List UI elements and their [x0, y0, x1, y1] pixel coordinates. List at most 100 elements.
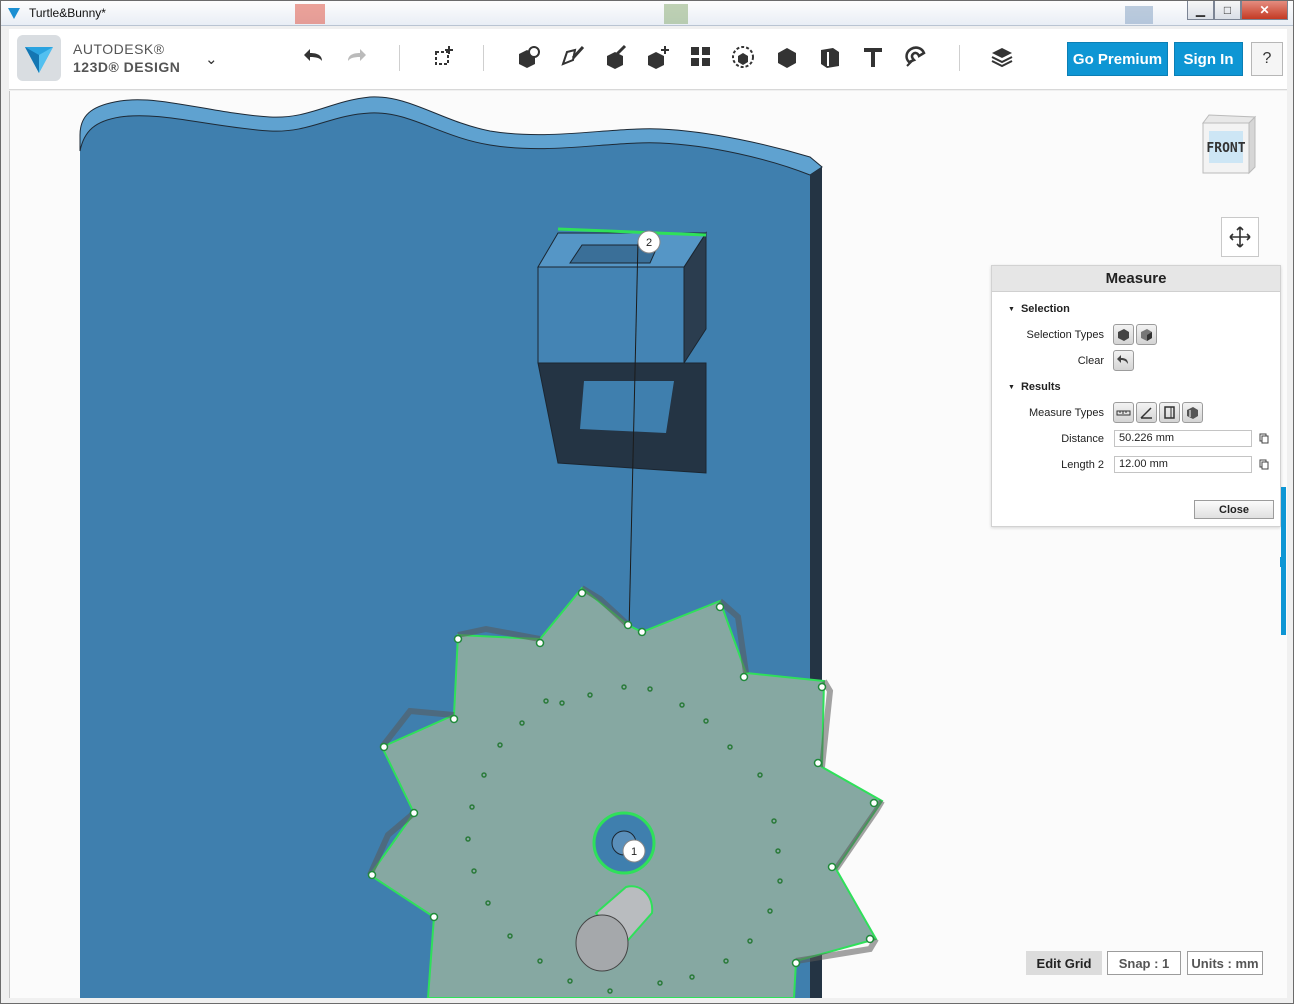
modify-tool-button[interactable]: [643, 41, 673, 73]
measure-angle-button[interactable]: [1136, 402, 1157, 423]
redo-button[interactable]: [341, 41, 371, 73]
distance-field[interactable]: 50.226 mm: [1114, 430, 1252, 447]
results-section-label: Results: [1020, 381, 1061, 393]
titlebar-decoration: [1125, 6, 1153, 24]
app-window: Turtle&Bunny* ▁ □ ✕ AUTODESK® 123D® DESI…: [0, 0, 1294, 1004]
hanger-box-front: [537, 266, 685, 364]
view-cube-icon: FRONT: [1202, 114, 1257, 175]
text-tool-button[interactable]: [858, 41, 888, 73]
pan-icon: [1229, 226, 1251, 248]
measure-panel: Measure ▼ Selection Selection Types Clear…: [991, 265, 1281, 527]
results-section-header[interactable]: ▼ Results: [1008, 381, 1061, 393]
measure-close-button[interactable]: Close: [1194, 500, 1274, 519]
construct-tool-button[interactable]: [601, 41, 631, 73]
help-button[interactable]: ?: [1251, 42, 1283, 76]
construct-icon: [607, 44, 627, 69]
marker-2-label: 2: [646, 237, 652, 249]
undo-button[interactable]: [299, 41, 329, 73]
copy-length2-icon[interactable]: [1259, 459, 1269, 470]
scene-canvas[interactable]: 2 1: [10, 91, 1287, 998]
modify-icon: [648, 46, 669, 69]
body-cube-icon: [1118, 329, 1129, 341]
logo-icon: [25, 47, 53, 73]
selection-types-label: Selection Types: [1026, 329, 1104, 341]
selection-section-header[interactable]: ▼ Selection: [1008, 303, 1070, 315]
ruler-icon: [1116, 410, 1131, 416]
text-icon: [864, 48, 882, 67]
minimize-button[interactable]: ▁: [1187, 1, 1214, 20]
transform-tool-button[interactable]: [429, 41, 459, 73]
collapse-triangle-icon: ▼: [1008, 384, 1015, 391]
distance-label: Distance: [1061, 433, 1104, 445]
undo-icon: [304, 49, 322, 61]
main-toolbar: AUTODESK® 123D® DESIGN ⌄ Go Premium Sign…: [9, 29, 1287, 90]
pan-button[interactable]: [1221, 217, 1259, 257]
measure-types-label: Measure Types: [1028, 407, 1104, 419]
length2-label: Length 2: [1061, 459, 1104, 471]
close-window-button[interactable]: ✕: [1241, 1, 1288, 20]
title-bar: Turtle&Bunny* ▁ □ ✕: [1, 1, 1293, 26]
collapse-triangle-icon: ▼: [1008, 306, 1015, 313]
marker-1-label: 1: [631, 846, 637, 858]
pattern-icon: [691, 47, 710, 66]
toolbar-separator: [483, 45, 484, 71]
view-cube-label: FRONT: [1206, 141, 1245, 156]
primitives-tool-button[interactable]: [514, 41, 544, 73]
measure-area-button[interactable]: [1159, 402, 1180, 423]
snap-button[interactable]: Snap : 1: [1107, 951, 1181, 975]
measure-icon: [821, 48, 839, 68]
group-tool-button[interactable]: [728, 41, 758, 73]
snap-tool-button[interactable]: [901, 41, 931, 73]
titlebar-decoration: [295, 4, 325, 24]
maximize-button[interactable]: □: [1214, 1, 1241, 20]
view-cube[interactable]: FRONT: [1197, 111, 1259, 179]
app-icon: [8, 8, 20, 19]
area-icon: [1164, 406, 1175, 419]
go-premium-button[interactable]: Go Premium: [1067, 42, 1168, 76]
clear-icon: [1117, 355, 1128, 364]
marker-2: 2: [637, 230, 661, 254]
primitives-icon: [519, 46, 540, 68]
toolbar-separator: [959, 45, 960, 71]
group-icon: [732, 46, 754, 68]
copy-distance-icon[interactable]: [1259, 433, 1269, 444]
clear-button[interactable]: [1113, 350, 1134, 371]
titlebar-decoration: [664, 4, 688, 24]
measure-distance-button[interactable]: [1113, 402, 1134, 423]
measure-tool-button[interactable]: [815, 41, 845, 73]
select-face-button[interactable]: [1136, 324, 1157, 345]
toolbar-separator: [399, 45, 400, 71]
transform-icon: [435, 46, 453, 65]
measure-volume-button[interactable]: [1182, 402, 1203, 423]
face-cube-icon: [1141, 329, 1152, 341]
hanger-loop-hole: [580, 381, 674, 433]
app-menu-chevron-icon[interactable]: ⌄: [205, 50, 218, 68]
3d-viewport[interactable]: 2 1 FRONT Measure ▼ Selection Selection …: [9, 91, 1287, 998]
app-logo[interactable]: [17, 35, 61, 81]
selection-section-label: Selection: [1020, 303, 1070, 315]
combine-icon: [778, 48, 796, 68]
materials-tool-button[interactable]: [987, 41, 1017, 73]
sketch-icon: [561, 45, 585, 66]
clear-label: Clear: [1077, 355, 1104, 367]
sketch-tool-button[interactable]: [557, 41, 587, 73]
brand-line-2: 123D® DESIGN: [73, 59, 181, 75]
window-title: Turtle&Bunny*: [29, 6, 106, 20]
sign-in-button[interactable]: Sign In: [1174, 42, 1243, 76]
volume-icon: [1187, 407, 1198, 419]
brand-line-1: AUTODESK®: [73, 41, 165, 57]
pattern-tool-button[interactable]: [686, 41, 716, 73]
redo-icon: [348, 49, 366, 61]
select-body-button[interactable]: [1113, 324, 1134, 345]
length2-field[interactable]: 12.00 mm: [1114, 456, 1252, 473]
edit-grid-button[interactable]: Edit Grid: [1026, 951, 1102, 975]
units-button[interactable]: Units : mm: [1187, 951, 1263, 975]
layers-icon: [991, 48, 1013, 68]
axle-pin-end: [575, 914, 629, 972]
combine-tool-button[interactable]: [772, 41, 802, 73]
magnet-icon: [905, 46, 926, 67]
angle-icon: [1140, 407, 1152, 419]
side-scroll-tick: [1280, 557, 1286, 567]
marker-1: 1: [622, 839, 646, 863]
measure-panel-title: Measure: [992, 266, 1280, 292]
